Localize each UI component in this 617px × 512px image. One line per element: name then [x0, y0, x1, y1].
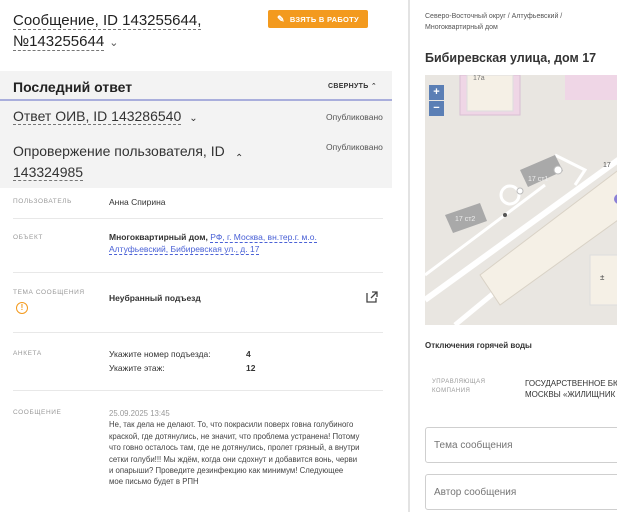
chevron-up-icon[interactable]: ⌃: [235, 153, 243, 164]
message-title-line1: Сообщение, ID 143255644,: [13, 12, 202, 30]
message-body: 25.09.2025 13:45 Не, так дела не делают.…: [109, 408, 394, 488]
author-input[interactable]: [425, 474, 617, 510]
object-address-link-2[interactable]: Алтуфьевский, Бибиревская ул., д. 17: [109, 244, 260, 255]
panel-divider[interactable]: [408, 0, 410, 512]
breadcrumb: Северо-Восточный округ / Алтуфьевский / …: [425, 11, 615, 33]
topic-label: ТЕМА СООБЩЕНИЯ: [13, 289, 85, 296]
management-company-value-line1: ГОСУДАРСТВЕННОЕ БЮ: [525, 379, 617, 388]
zoom-out-button[interactable]: −: [429, 101, 444, 116]
user-value: Анна Спирина: [109, 197, 166, 207]
survey-q2: Укажите этаж:: [109, 363, 165, 373]
chevron-down-icon[interactable]: ⌄: [106, 37, 118, 49]
map-zoom-controls: + −: [429, 85, 444, 117]
refute-title[interactable]: Опровержение пользователя, ID 143324985: [13, 141, 233, 183]
divider: [13, 390, 383, 391]
survey-label: АНКЕТА: [13, 350, 42, 357]
map[interactable]: 17а 17 ст1 17 ст2 17 ± + −: [425, 75, 617, 325]
survey-a2: 12: [246, 363, 256, 373]
take-to-work-label: ВЗЯТЬ В РАБОТУ: [289, 14, 360, 24]
street-title: Бибиревская улица, дом 17: [425, 51, 597, 65]
message-label: СООБЩЕНИЕ: [13, 409, 62, 416]
map-label: 17 ст2: [455, 216, 475, 223]
breadcrumb-line1: Северо-Восточный округ / Алтуфьевский /: [425, 13, 563, 20]
topic-value: Неубранный подъезд: [109, 293, 201, 303]
zoom-in-button[interactable]: +: [429, 85, 444, 100]
pencil-icon: ✎: [276, 13, 285, 24]
object-type: Многоквартирный дом,: [109, 232, 208, 242]
message-title-line2: №143255644: [13, 33, 105, 51]
answers-block: Ответ ОИВ, ID 143286540 ⌄ Опубликовано Оп…: [0, 101, 392, 188]
message-line: сетки голуби!!! Мы ждём, когда они сдохн…: [109, 454, 358, 464]
message-panel: Сообщение, ID 143255644, №143255644 ⌄ ✎ …: [0, 0, 392, 512]
chevron-down-icon: ⌄: [189, 113, 198, 124]
survey-q1: Укажите номер подъезда:: [109, 349, 211, 359]
external-link-icon[interactable]: [366, 291, 378, 303]
message-line: и опарыши? Проведите дезинфекцию как мин…: [109, 466, 344, 476]
last-answer-label: Последний ответ: [13, 79, 133, 95]
refute-title-line1: Опровержение пользователя, ID: [13, 143, 225, 159]
svg-text:±: ±: [600, 273, 605, 282]
warning-icon: !: [16, 302, 28, 314]
oiv-answer-title: Ответ ОИВ, ID 143286540: [13, 108, 182, 125]
oiv-status: Опубликовано: [326, 112, 383, 122]
management-company-value-line2: МОСКВЫ «ЖИЛИЩНИК: [525, 390, 616, 399]
management-company-label: УПРАВЛЯЮЩАЯ КОМПАНИЯ: [432, 378, 485, 396]
object-value: Многоквартирный дом, РФ, г. Москва, вн.т…: [109, 231, 369, 255]
collapse-label: СВЕРНУТЬ: [328, 83, 369, 90]
divider: [13, 272, 383, 273]
divider: [13, 218, 383, 219]
object-panel: Северо-Восточный округ / Алтуфьевский / …: [412, 0, 617, 512]
last-answer-header: Последний ответ СВЕРНУТЬ ⌃: [0, 71, 392, 101]
map-label: 17: [603, 162, 611, 169]
message-line: что говно осталось там, где не дотянулис…: [109, 443, 360, 453]
management-company-label-line1: УПРАВЛЯЮЩАЯ: [432, 379, 486, 385]
refute-title-line2: 143324985: [13, 164, 84, 181]
oiv-answer-toggle[interactable]: Ответ ОИВ, ID 143286540 ⌄: [13, 108, 198, 125]
management-company-label-line2: КОМПАНИЯ: [432, 388, 471, 394]
chevron-up-icon: ⌃: [370, 83, 377, 90]
hot-water-title: Отключения горячей воды: [425, 341, 532, 350]
refute-status: Опубликовано: [326, 142, 383, 152]
breadcrumb-line2: Многоквартирный дом: [425, 24, 498, 31]
message-line: краской, где дотянулись, не значит, что …: [109, 431, 360, 441]
message-date: 25.09.2025 13:45: [109, 409, 170, 418]
take-to-work-button[interactable]: ✎ ВЗЯТЬ В РАБОТУ: [268, 10, 368, 28]
collapse-button[interactable]: СВЕРНУТЬ ⌃: [328, 82, 377, 90]
map-canvas: 17а 17 ст1 17 ст2 17 ±: [425, 75, 617, 325]
divider: [13, 332, 383, 333]
topic-input[interactable]: [425, 427, 617, 463]
map-label: 17 ст1: [528, 176, 548, 183]
survey-a1: 4: [246, 349, 251, 359]
message-line: мое письмо будет в РПН: [109, 477, 199, 487]
message-title[interactable]: Сообщение, ID 143255644, №143255644 ⌄: [13, 10, 263, 54]
object-address-link-1[interactable]: РФ, г. Москва, вн.тер.г. м.о.: [210, 232, 317, 243]
user-label: ПОЛЬЗОВАТЕЛЬ: [13, 198, 73, 205]
object-label: ОБЪЕКТ: [13, 234, 43, 241]
map-label: 17а: [473, 75, 485, 82]
message-line: Не, так дела не делают. То, что покрасил…: [109, 420, 354, 430]
management-company-value: ГОСУДАРСТВЕННОЕ БЮ МОСКВЫ «ЖИЛИЩНИК: [525, 378, 617, 400]
